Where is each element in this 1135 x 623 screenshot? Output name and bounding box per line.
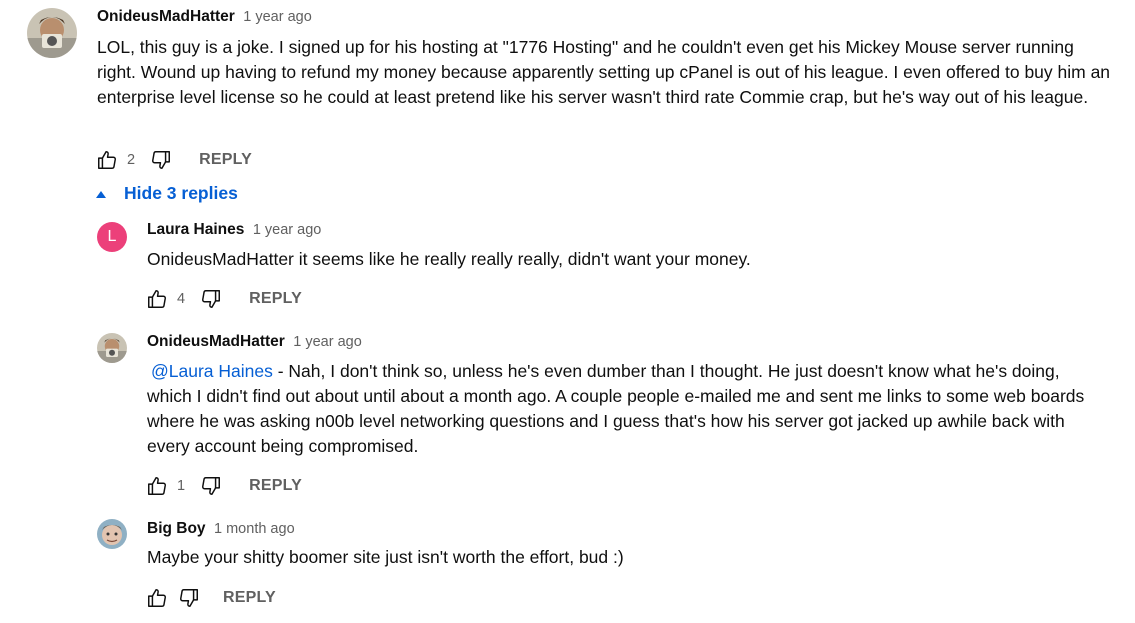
avatar-letter: L (107, 228, 117, 245)
hide-replies-button[interactable]: Hide 3 replies (96, 183, 238, 204)
thumb-down-icon[interactable] (199, 474, 223, 498)
avatar[interactable] (97, 333, 127, 363)
reply-button[interactable]: REPLY (249, 290, 302, 308)
reply-header: Laura Haines 1 year ago (147, 221, 321, 239)
thumb-up-icon[interactable] (145, 586, 169, 610)
comment-actions: 2 REPLY (95, 148, 252, 172)
author-name[interactable]: Big Boy (147, 520, 206, 537)
thumb-down-icon[interactable] (149, 148, 173, 172)
reply-header: OnideusMadHatter 1 year ago (147, 333, 362, 351)
reply-text: @Laura Haines - Nah, I don't think so, u… (147, 359, 1097, 459)
comment-header: OnideusMadHatter 1 year ago (97, 8, 312, 26)
thumb-up-icon[interactable] (145, 287, 169, 311)
thumb-up-icon[interactable] (145, 474, 169, 498)
avatar[interactable]: L (97, 222, 127, 252)
timestamp[interactable]: 1 year ago (253, 222, 322, 238)
avatar[interactable] (27, 8, 77, 58)
author-name[interactable]: Laura Haines (147, 221, 244, 238)
reply: L Laura Haines 1 year ago OnideusMadHatt… (0, 215, 1135, 315)
reply: OnideusMadHatter 1 year ago @Laura Haine… (0, 327, 1135, 507)
thumb-down-icon[interactable] (199, 287, 223, 311)
reply-actions: 4 REPLY (145, 287, 302, 311)
like-count: 4 (177, 291, 186, 307)
comment-text: LOL, this guy is a joke. I signed up for… (97, 37, 1111, 107)
reply-actions: REPLY (145, 586, 276, 610)
thumb-up-icon[interactable] (95, 148, 119, 172)
timestamp[interactable]: 1 year ago (293, 334, 362, 350)
mention-link[interactable]: @Laura Haines (151, 361, 273, 381)
reply-button[interactable]: REPLY (249, 477, 302, 495)
reply-text: Maybe your shitty boomer site just isn't… (147, 547, 624, 567)
author-name[interactable]: OnideusMadHatter (147, 333, 285, 350)
reply-actions: 1 REPLY (145, 474, 302, 498)
reply-button[interactable]: REPLY (223, 589, 276, 607)
reply-button[interactable]: REPLY (199, 151, 252, 169)
triangle-up-icon (96, 190, 106, 198)
thumb-down-icon[interactable] (177, 586, 201, 610)
reply-header: Big Boy 1 month ago (147, 520, 295, 538)
timestamp[interactable]: 1 year ago (243, 9, 312, 25)
reply-body: - Nah, I don't think so, unless he's eve… (147, 361, 1085, 456)
avatar[interactable] (97, 519, 127, 549)
like-count: 1 (177, 478, 186, 494)
reply-text: OnideusMadHatter it seems like he really… (147, 249, 751, 269)
timestamp[interactable]: 1 month ago (214, 521, 295, 537)
like-count: 2 (127, 152, 136, 168)
hide-replies-label: Hide 3 replies (124, 183, 238, 203)
comment: OnideusMadHatter 1 year ago LOL, this gu… (0, 0, 1135, 180)
author-name[interactable]: OnideusMadHatter (97, 8, 235, 25)
reply: Big Boy 1 month ago Maybe your shitty bo… (0, 514, 1135, 623)
